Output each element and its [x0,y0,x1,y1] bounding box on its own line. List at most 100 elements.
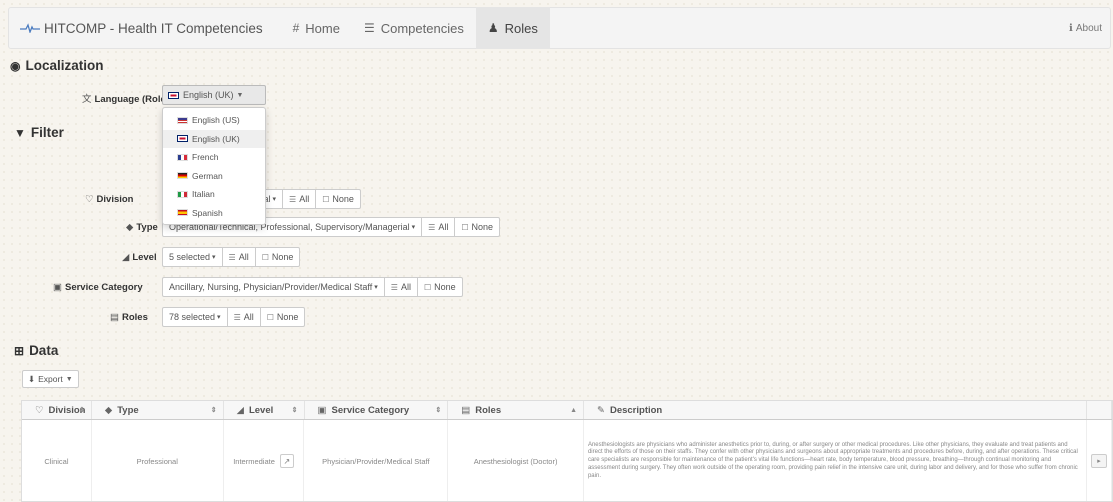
empty-list-icon: ☐ [266,312,274,322]
cell-level-text: Intermediate [233,456,275,466]
nav-about[interactable]: ℹ About [1069,8,1102,48]
roles-select[interactable]: 78 selected ▾ [162,307,228,327]
column-header-type[interactable]: ◆ Type ⇕ [92,401,224,419]
uk-flag-icon [177,135,188,143]
none-label: None [332,194,354,204]
cell-service-category: Physician/Provider/Medical Staff [304,420,449,501]
roles-list-icon: ▤ [110,312,119,323]
check-list-icon: ☰ [428,222,436,232]
nav-competencies-label: Competencies [380,20,464,36]
language-option-en-us[interactable]: English (US) [163,111,265,130]
nav-home[interactable]: # Home [281,7,352,49]
roles-all-button[interactable]: ☰ All [226,307,261,327]
nav-competencies[interactable]: ☰ Competencies [352,7,476,49]
service-category-all-button[interactable]: ☰ All [383,277,418,297]
language-dropdown[interactable]: English (UK) ▼ [162,85,266,105]
language-option-label: Italian [192,189,215,200]
hospital-icon: ▣ [317,404,327,416]
sort-icon: ⇕ [79,407,85,414]
sort-icon: ⇕ [291,407,298,414]
localization-title: Localization [25,58,104,73]
column-label: Type [117,404,139,416]
language-option-en-uk[interactable]: English (UK) [163,129,265,148]
language-option-es[interactable]: Spanish [163,204,265,223]
service-category-filter: Ancillary, Nursing, Physician/Provider/M… [162,277,463,297]
export-button[interactable]: ⬇ Export ▼ [22,370,79,388]
none-label: None [271,252,294,262]
division-all-button[interactable]: ☰ All [282,189,317,209]
comment-icon: ✎ [597,404,605,416]
language-menu: English (US) English (UK) French German … [162,107,266,225]
cell-role: Anesthesiologist (Doctor) [448,420,584,501]
column-header-actions [1087,401,1112,419]
check-list-icon: ☰ [390,282,398,292]
level-all-button[interactable]: ☰ All [221,247,256,267]
filter-heading: ▼ Filter [14,125,64,140]
type-label-text: Type [136,222,158,233]
sort-asc-icon: ▲ [570,406,577,414]
signal-icon: ◢ [122,252,130,263]
brand[interactable]: HITCOMP - Health IT Competencies [9,21,263,36]
caret-down-icon: ▾ [212,254,216,261]
language-option-de[interactable]: German [163,167,265,186]
signal-icon: ◢ [236,404,244,416]
sort-icon: ⇕ [210,407,217,414]
type-label: ◆ Type [126,222,158,233]
uk-flag-icon [168,91,179,99]
nav-home-label: Home [305,20,340,36]
column-header-description[interactable]: ✎ Description [584,401,1088,419]
table-row[interactable]: Clinical Professional Intermediate ↗ Phy… [22,420,1112,501]
type-all-button[interactable]: ☰ All [421,217,456,237]
none-label: None [471,222,494,232]
level-label: ◢ Level [122,252,157,263]
nav-about-label: About [1075,22,1102,34]
all-label: All [299,194,310,204]
column-header-division[interactable]: ♡ Division ⇕ [22,401,92,419]
roles-label-text: Roles [121,312,148,323]
column-header-level[interactable]: ◢ Level ⇕ [224,401,305,419]
service-category-none-button[interactable]: ☐ None [416,277,463,297]
level-filter: 5 selected ▾ ☰ All ☐ None [162,247,301,267]
column-label: Level [248,404,274,416]
roles-value: 78 selected [169,312,216,322]
localization-heading: ◉ Localization [10,58,104,73]
list-icon: ☰ [363,21,375,35]
language-option-label: French [192,152,219,163]
french-flag-icon [177,153,188,161]
empty-list-icon: ☐ [261,252,269,262]
service-category-label: ▣ Service Category [53,282,143,293]
caret-down-icon: ▼ [65,375,73,383]
roles-none-button[interactable]: ☐ None [259,307,306,327]
column-label: Service Category [331,404,410,416]
division-none-button[interactable]: ☐ None [315,189,361,209]
data-heading: ⊞ Data [14,343,58,358]
empty-list-icon: ☐ [461,222,469,232]
none-label: None [434,282,456,292]
translate-icon: 文 [82,94,92,105]
external-link-icon[interactable]: ↗ [279,454,294,468]
service-category-select[interactable]: Ancillary, Nursing, Physician/Provider/M… [162,277,385,297]
navbar: HITCOMP - Health IT Competencies # Home … [8,7,1111,49]
roles-table: ♡ Division ⇕ ◆ Type ⇕ ◢ Level ⇕ ▣ Service Categ… [21,400,1113,502]
sort-icon: ⇕ [435,407,442,414]
level-none-button[interactable]: ☐ None [254,247,301,267]
division-filter: ical▾ ☰All ☐None [250,189,361,209]
type-none-button[interactable]: ☐ None [454,217,501,237]
details-button[interactable]: ▸ [1091,454,1107,468]
column-header-service-category[interactable]: ▣ Service Category ⇕ [305,401,449,419]
filter-icon: ▼ [14,125,26,140]
all-label: All [438,222,449,232]
language-option-it[interactable]: Italian [163,185,265,204]
all-label: All [243,312,254,322]
tag-icon: ◆ [104,404,113,416]
language-option-fr[interactable]: French [163,148,265,167]
data-title: Data [29,343,59,358]
nav-roles[interactable]: ♟ Roles [475,7,550,49]
column-header-roles[interactable]: ▤ Roles ▲ [448,401,584,419]
empty-list-icon: ☐ [423,282,432,292]
level-select[interactable]: 5 selected ▾ [162,247,223,267]
cell-actions: ▸ [1087,420,1112,501]
language-option-label: German [192,170,223,181]
language-option-label: English (UK) [192,133,240,144]
caret-down-icon: ▾ [411,224,416,231]
